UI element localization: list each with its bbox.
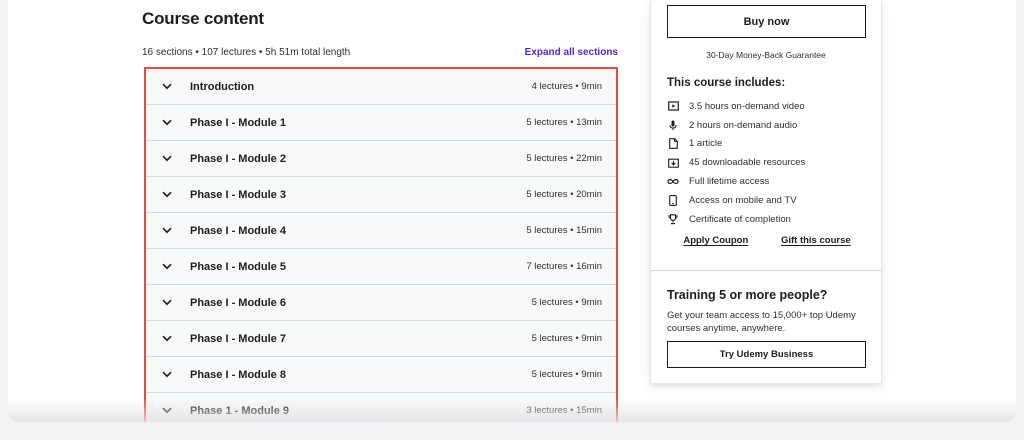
section-row[interactable]: Phase I - Module 5 7 lectures • 16min bbox=[146, 249, 616, 285]
infinity-icon bbox=[667, 176, 679, 188]
includes-item: 3.5 hours on-demand video bbox=[667, 97, 867, 116]
section-row[interactable]: Phase I - Module 2 5 lectures • 22min bbox=[146, 141, 616, 177]
section-row[interactable]: Phase 1 - Module 9 3 lectures • 15min bbox=[146, 393, 616, 422]
section-info: 3 lectures • 15min bbox=[526, 405, 602, 416]
microphone-icon bbox=[667, 119, 679, 131]
section-info: 5 lectures • 9min bbox=[531, 369, 602, 380]
section-info: 5 lectures • 22min bbox=[526, 153, 602, 164]
chevron-down-icon bbox=[160, 188, 174, 202]
section-title: Introduction bbox=[190, 80, 255, 93]
chevron-down-icon bbox=[160, 296, 174, 310]
includes-item-text: Access on mobile and TV bbox=[689, 194, 797, 206]
includes-list: 3.5 hours on-demand video 2 hours on-dem… bbox=[667, 97, 867, 229]
article-icon bbox=[667, 138, 679, 150]
section-info: 5 lectures • 20min bbox=[526, 189, 602, 200]
includes-item-text: 1 article bbox=[689, 138, 723, 150]
section-title: Phase I - Module 3 bbox=[190, 188, 286, 201]
gift-course-link[interactable]: Gift this course bbox=[781, 235, 851, 246]
section-info: 5 lectures • 9min bbox=[531, 297, 602, 308]
includes-item-text: Certificate of completion bbox=[689, 213, 791, 225]
section-title: Phase I - Module 1 bbox=[190, 116, 286, 129]
includes-item: Full lifetime access bbox=[667, 172, 867, 191]
includes-item-text: 45 downloadable resources bbox=[689, 157, 806, 169]
buy-now-button[interactable]: Buy now bbox=[667, 5, 866, 38]
includes-item: Certificate of completion bbox=[667, 210, 867, 229]
section-title: Phase 1 - Module 9 bbox=[190, 404, 290, 417]
includes-item: Access on mobile and TV bbox=[667, 191, 867, 210]
purchase-card: Buy now 30-Day Money-Back Guarantee This… bbox=[650, 0, 882, 384]
sections-accordion: Introduction 4 lectures • 9min Phase I -… bbox=[144, 67, 618, 422]
includes-item-text: 2 hours on-demand audio bbox=[689, 119, 798, 131]
section-row[interactable]: Phase I - Module 6 5 lectures • 9min bbox=[146, 285, 616, 321]
includes-item-text: Full lifetime access bbox=[689, 176, 770, 188]
includes-item-text: 3.5 hours on-demand video bbox=[689, 100, 805, 112]
section-row[interactable]: Phase I - Module 4 5 lectures • 15min bbox=[146, 213, 616, 249]
section-title: Phase I - Module 7 bbox=[190, 332, 286, 345]
business-promo-text: Get your team access to 15,000+ top Udem… bbox=[667, 310, 856, 334]
apply-coupon-link[interactable]: Apply Coupon bbox=[683, 235, 748, 246]
chevron-down-icon bbox=[160, 224, 174, 238]
purchase-card-top: Buy now 30-Day Money-Back Guarantee This… bbox=[651, 0, 881, 270]
money-back-guarantee: 30-Day Money-Back Guarantee bbox=[706, 50, 826, 60]
course-content-meta: 16 sections • 107 lectures • 5h 51m tota… bbox=[142, 47, 618, 58]
course-page: Course content 16 sections • 107 lecture… bbox=[8, 0, 1016, 422]
chevron-down-icon bbox=[160, 116, 174, 130]
download-icon bbox=[667, 157, 679, 169]
video-icon bbox=[667, 100, 679, 112]
chevron-down-icon bbox=[160, 404, 174, 418]
section-title: Phase I - Module 4 bbox=[190, 224, 286, 237]
includes-item: 2 hours on-demand audio bbox=[667, 116, 867, 135]
trophy-icon bbox=[667, 213, 679, 225]
section-info: 5 lectures • 15min bbox=[526, 225, 602, 236]
section-info: 4 lectures • 9min bbox=[531, 81, 602, 92]
section-row[interactable]: Introduction 4 lectures • 9min bbox=[146, 69, 616, 105]
chevron-down-icon bbox=[160, 332, 174, 346]
section-row[interactable]: Phase I - Module 8 5 lectures • 9min bbox=[146, 357, 616, 393]
card-links: Apply Coupon Gift this course bbox=[667, 235, 867, 246]
course-summary: 16 sections • 107 lectures • 5h 51m tota… bbox=[142, 47, 351, 58]
includes-title: This course includes: bbox=[667, 77, 786, 89]
section-title: Phase I - Module 5 bbox=[190, 260, 286, 273]
chevron-down-icon bbox=[160, 152, 174, 166]
chevron-down-icon bbox=[160, 260, 174, 274]
mobile-icon bbox=[667, 194, 679, 206]
card-divider bbox=[651, 270, 881, 271]
includes-item: 45 downloadable resources bbox=[667, 153, 867, 172]
expand-all-sections-button[interactable]: Expand all sections bbox=[525, 47, 618, 58]
chevron-down-icon bbox=[160, 80, 174, 94]
section-row[interactable]: Phase I - Module 1 5 lectures • 13min bbox=[146, 105, 616, 141]
section-info: 5 lectures • 13min bbox=[526, 117, 602, 128]
business-promo: Training 5 or more people? Get your team… bbox=[667, 288, 869, 335]
section-row[interactable]: Phase I - Module 3 5 lectures • 20min bbox=[146, 177, 616, 213]
section-info: 7 lectures • 16min bbox=[526, 261, 602, 272]
section-title: Phase I - Module 6 bbox=[190, 296, 286, 309]
section-row[interactable]: Phase I - Module 7 5 lectures • 9min bbox=[146, 321, 616, 357]
section-info: 5 lectures • 9min bbox=[531, 333, 602, 344]
section-title: Phase I - Module 2 bbox=[190, 152, 286, 165]
try-udemy-business-button[interactable]: Try Udemy Business bbox=[667, 341, 866, 368]
chevron-down-icon bbox=[160, 368, 174, 382]
section-title: Phase I - Module 8 bbox=[190, 368, 286, 381]
business-promo-title: Training 5 or more people? bbox=[667, 288, 828, 302]
course-content-title: Course content bbox=[142, 9, 264, 28]
includes-item: 1 article bbox=[667, 135, 867, 154]
